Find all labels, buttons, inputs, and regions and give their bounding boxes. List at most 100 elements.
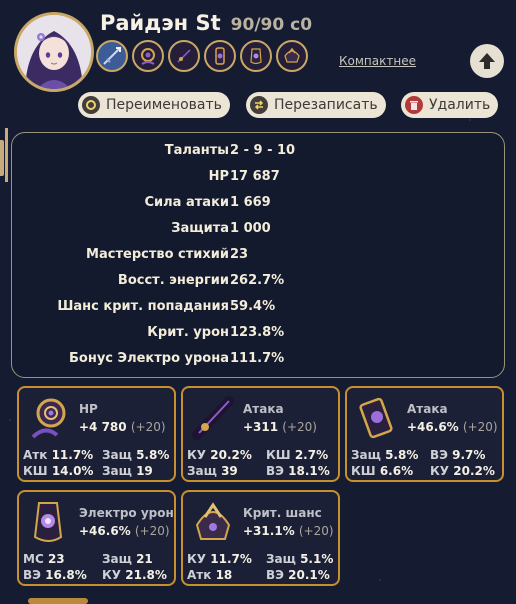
- substat-value: 20.2%: [453, 464, 495, 478]
- rename-icon: [82, 96, 100, 114]
- substat-key: ВЭ: [430, 448, 448, 462]
- stat-label: Шанс крит. попадания: [57, 299, 229, 314]
- artifact-main-number: +46.6%: [407, 420, 459, 434]
- stat-value: 1 669: [230, 195, 271, 210]
- artifact-substat: Защ 19: [102, 464, 153, 478]
- sands-icon: [359, 397, 393, 439]
- delete-button[interactable]: Удалить: [401, 92, 499, 118]
- stat-value: 17 687: [230, 169, 280, 184]
- artifact-substat: ВЭ 16.8%: [23, 568, 87, 582]
- artifact-substat: Атк 18: [187, 568, 232, 582]
- substat-value: 21.8%: [125, 568, 167, 582]
- substat-value: 14.0%: [51, 464, 94, 478]
- artifact-substat: Защ 5.8%: [351, 448, 418, 462]
- feather-icon: [192, 396, 234, 440]
- character-name: Райдэн St: [100, 11, 221, 35]
- substat-key: КУ: [187, 552, 207, 566]
- artifact-main-number: +46.6%: [79, 524, 131, 538]
- stat-value: 1 000: [230, 221, 271, 236]
- sands-artifact-icon[interactable]: [204, 40, 236, 72]
- substat-value: 21: [136, 552, 153, 566]
- character-avatar-frame: [14, 12, 94, 92]
- substat-value: 6.6%: [379, 464, 414, 478]
- flower-icon: [31, 398, 66, 439]
- substat-key: КШ: [23, 464, 48, 478]
- substat-value: 20.2%: [210, 448, 252, 462]
- rename-button[interactable]: Переименовать: [78, 92, 230, 118]
- arrow-up-icon: [479, 53, 495, 69]
- artifact-main-value: +311 (+20): [243, 420, 317, 434]
- artifact-substat: Атк 11.7%: [23, 448, 93, 462]
- substat-key: КШ: [266, 448, 291, 462]
- substat-value: 11.7%: [210, 552, 252, 566]
- artifact-card-feather[interactable]: Атака +311 (+20) КУ 20.2% КШ 2.7% Защ 39…: [181, 386, 340, 482]
- artifact-substat: ВЭ 9.7%: [430, 448, 485, 462]
- substat-key: МС: [23, 552, 44, 566]
- stat-label: Защита: [171, 221, 229, 236]
- artifact-level: (+20): [282, 420, 317, 434]
- substat-key: Защ: [102, 464, 132, 478]
- substat-key: КШ: [351, 464, 376, 478]
- trash-icon: [405, 96, 423, 114]
- rewrite-button[interactable]: Перезаписать: [246, 92, 386, 118]
- artifact-card-circlet[interactable]: Крит. шанс +31.1% (+20) КУ 11.7% Защ 5.1…: [181, 490, 340, 586]
- artifact-substat: КШ 14.0%: [23, 464, 93, 478]
- flower-artifact-icon[interactable]: [132, 40, 164, 72]
- substat-value: 11.7%: [51, 448, 94, 462]
- artifact-card-sands[interactable]: Атака +46.6% (+20) Защ 5.8% ВЭ 9.7% КШ 6…: [345, 386, 504, 482]
- artifact-main-number: +311: [243, 420, 279, 434]
- substat-value: 16.8%: [45, 568, 87, 582]
- substat-value: 20.1%: [288, 568, 330, 582]
- substat-value: 9.7%: [452, 448, 486, 462]
- equipment-row: [96, 40, 308, 72]
- artifact-substat: КШ 2.7%: [266, 448, 328, 462]
- substat-value: 18: [215, 568, 233, 582]
- stat-row: Крит. урон 123.8%: [12, 325, 504, 345]
- compact-view-link[interactable]: Компактнее: [339, 54, 416, 68]
- artifact-main-value: +31.1% (+20): [243, 524, 334, 538]
- artifact-main-value: +46.6% (+20): [407, 420, 498, 434]
- artifact-card-goblet[interactable]: Электро урон +46.6% (+20) МС 23 Защ 21 В…: [17, 490, 176, 586]
- side-tab-indicator[interactable]: [0, 140, 4, 176]
- stat-value: 262.7%: [230, 273, 285, 288]
- stat-value: 59.4%: [230, 299, 276, 314]
- artifact-substat: ВЭ 20.1%: [266, 568, 330, 582]
- goblet-icon: [33, 502, 63, 542]
- circlet-artifact-icon[interactable]: [276, 40, 308, 72]
- stat-row: Шанс крит. попадания 59.4%: [12, 299, 504, 319]
- stat-value: 111.7%: [230, 351, 285, 366]
- substat-key: Защ: [187, 464, 217, 478]
- substat-key: Атк: [187, 568, 212, 582]
- next-item-peek: [28, 598, 88, 604]
- avatar: [17, 15, 91, 89]
- rename-label: Переименовать: [106, 97, 222, 113]
- substat-key: КУ: [187, 448, 207, 462]
- stat-label: Мастерство стихий: [86, 247, 229, 262]
- substat-value: 18.1%: [288, 464, 330, 478]
- substat-key: ВЭ: [23, 568, 41, 582]
- artifact-level: (+20): [130, 420, 166, 434]
- stat-row: Защита 1 000: [12, 221, 504, 241]
- substat-key: Защ: [102, 448, 132, 462]
- artifact-main-value: +4 780 (+20): [79, 420, 166, 434]
- substat-key: Атк: [23, 448, 48, 462]
- artifact-substat: КУ 20.2%: [187, 448, 252, 462]
- goblet-artifact-icon[interactable]: [240, 40, 272, 72]
- substat-key: КУ: [430, 464, 450, 478]
- artifact-substat: КШ 6.6%: [351, 464, 413, 478]
- substat-value: 5.1%: [300, 552, 334, 566]
- artifact-card-flower[interactable]: HP +4 780 (+20) Атк 11.7% Защ 5.8% КШ 14…: [17, 386, 176, 482]
- rewrite-label: Перезаписать: [274, 97, 378, 113]
- stat-row: Бонус Электро урона 111.7%: [12, 351, 504, 371]
- stats-panel: Таланты 2 - 9 - 10 HP 17 687 Сила атаки 1 6…: [11, 132, 505, 378]
- artifact-main-stat: Атака: [407, 402, 448, 416]
- substat-value: 5.8%: [136, 448, 170, 462]
- feather-artifact-icon[interactable]: [168, 40, 200, 72]
- substat-value: 19: [136, 464, 153, 478]
- artifact-substat: ВЭ 18.1%: [266, 464, 330, 478]
- substat-key: КУ: [102, 568, 122, 582]
- scroll-up-button[interactable]: [470, 44, 504, 78]
- circlet-icon: [195, 502, 231, 540]
- spear-weapon-icon[interactable]: [96, 40, 128, 72]
- artifact-substat: Защ 21: [102, 552, 153, 566]
